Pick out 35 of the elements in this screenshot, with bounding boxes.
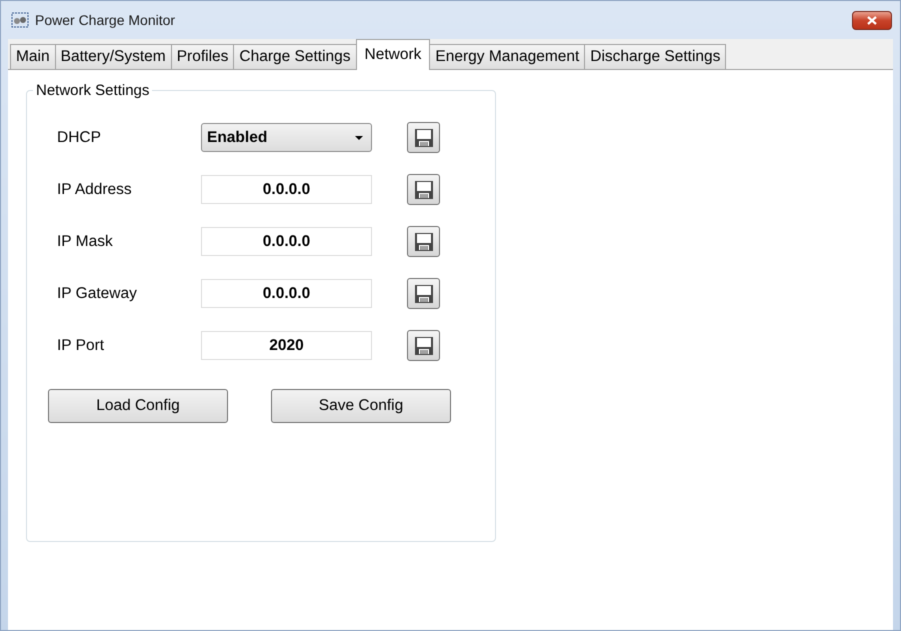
save-button[interactable]	[407, 174, 440, 205]
save-button[interactable]	[407, 278, 440, 309]
close-icon	[867, 16, 877, 24]
save-icon	[414, 336, 434, 356]
input-field[interactable]: 2020	[201, 331, 372, 360]
field-label: IP Mask	[57, 232, 114, 250]
input-field[interactable]: 0.0.0.0	[201, 279, 372, 308]
input-field[interactable]: 0.0.0.0	[201, 227, 372, 256]
tab[interactable]: Discharge Settings	[584, 44, 726, 69]
dhcp-dropdown[interactable]: Enabled	[201, 123, 372, 152]
input-field[interactable]: 0.0.0.0	[201, 175, 372, 204]
save-icon	[414, 180, 434, 200]
window-title: Power Charge Monitor	[35, 12, 176, 28]
save-icon	[414, 128, 434, 148]
save-button[interactable]	[407, 226, 440, 257]
save-icon	[414, 232, 434, 252]
field-label: IP Gateway	[57, 284, 138, 302]
app-icon	[11, 12, 29, 28]
close-button[interactable]	[852, 10, 892, 30]
tab[interactable]: Charge Settings	[233, 44, 357, 69]
tab[interactable]: Battery/System	[54, 44, 172, 69]
group-title: Network Settings	[35, 82, 150, 99]
config-button[interactable]: Load Config	[48, 389, 228, 423]
config-button[interactable]: Save Config	[271, 389, 451, 423]
field-label: IP Port	[57, 336, 106, 354]
tab[interactable]: Main	[10, 44, 56, 69]
field-label: IP Address	[57, 180, 133, 198]
caret-icon	[355, 136, 363, 140]
field-label: DHCP	[57, 128, 102, 146]
save-icon	[414, 284, 434, 304]
save-button[interactable]	[407, 122, 440, 153]
tab[interactable]: Network	[356, 39, 430, 70]
tab[interactable]: Energy Management	[429, 44, 586, 69]
tab[interactable]: Profiles	[170, 44, 234, 69]
save-button[interactable]	[407, 330, 440, 361]
